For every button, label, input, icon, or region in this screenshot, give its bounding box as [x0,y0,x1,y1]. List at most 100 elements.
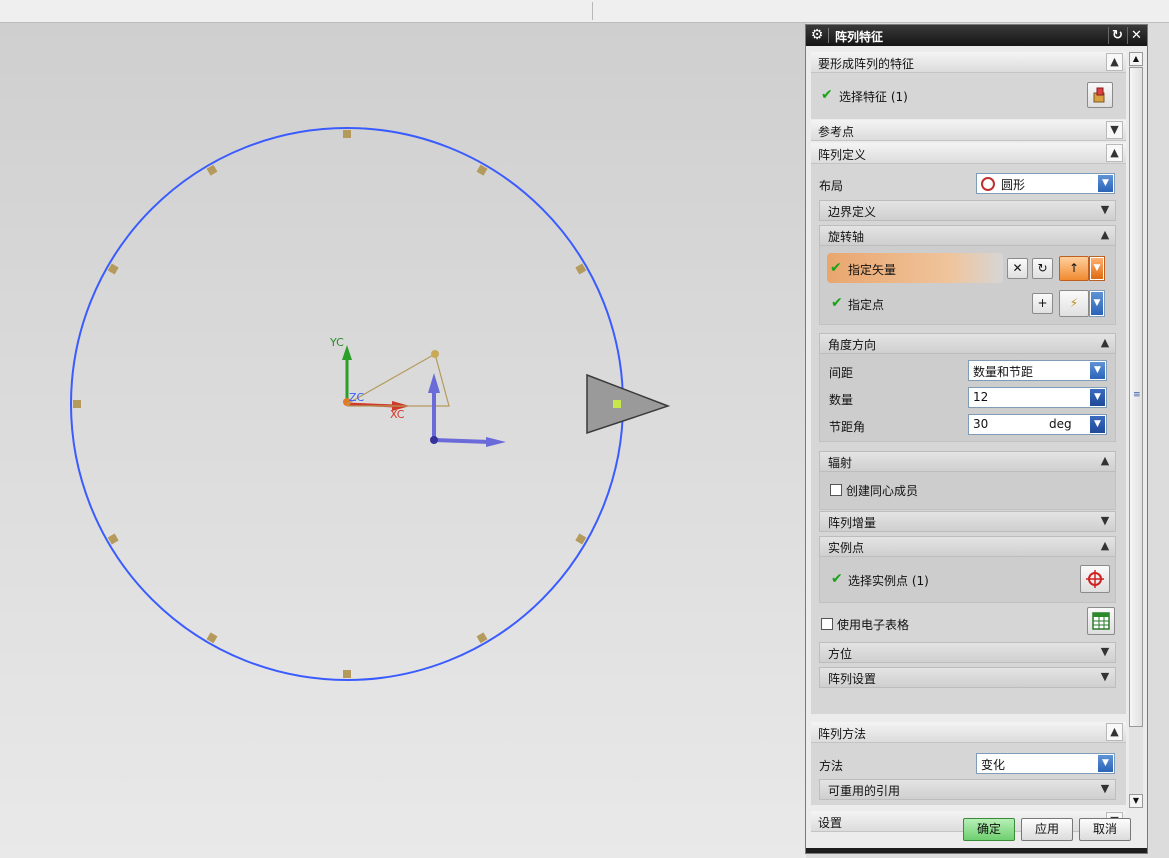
method-select[interactable]: 变化 ▼ [976,753,1115,774]
reset-icon[interactable]: ↻ [1108,27,1126,44]
dialog-panel: 要形成阵列的特征 ▲ ✔ 选择特征 (1) 参考点 ▼ 阵列定义 ▲ 布局 圆形… [811,49,1126,832]
point-type-button[interactable]: ⚡ [1059,290,1089,317]
point-type-dropdown[interactable]: ▼ [1089,290,1105,317]
concentric-checkbox[interactable] [830,484,842,496]
instance-marker [343,130,351,138]
subsection-angle-direction-label: 角度方向 [828,338,877,352]
chevron-down-icon[interactable]: ▼ [1090,362,1105,379]
gear-icon[interactable]: ⚙ [809,27,825,43]
vector-type-dropdown[interactable]: ▼ [1089,256,1105,281]
chevron-down-icon[interactable]: ▼ [1097,644,1113,661]
instance-marker [343,670,351,678]
layout-label: 布局 [819,179,844,193]
subsection-radiate[interactable]: 辐射 ▲ [819,451,1116,472]
close-icon[interactable]: ✕ [1127,27,1145,44]
vector-type-button[interactable]: ↑ [1059,256,1089,281]
chevron-down-icon[interactable]: ▼ [1097,513,1113,530]
check-icon: ✔ [831,571,843,587]
select-feature-label[interactable]: 选择特征 (1) [839,88,908,105]
section-pattern-definition[interactable]: 阵列定义 ▲ [811,143,1126,164]
pitch-angle-value[interactable]: 30 [973,417,988,431]
layout-value: 圆形 [1001,178,1026,192]
features-body: ✔ 选择特征 (1) [811,73,1126,119]
spreadsheet-button[interactable] [1087,607,1115,635]
chevron-down-icon[interactable]: ▼ [1090,416,1105,433]
scroll-up-icon[interactable]: ▲ [1129,52,1143,66]
pitch-angle-input[interactable]: 30 deg ▼ [968,414,1107,435]
feature-handle[interactable] [613,400,621,408]
subsection-angle-direction[interactable]: 角度方向 ▲ [819,333,1116,354]
dialog-title: 阵列特征 [835,30,884,44]
method-value: 变化 [981,758,1006,772]
reverse-direction-button[interactable]: ↻ [1032,258,1053,279]
chevron-down-icon[interactable]: ▼ [1097,669,1113,686]
chevron-up-icon[interactable]: ▲ [1097,538,1113,555]
section-pattern-method[interactable]: 阵列方法 ▲ [811,722,1126,743]
subsection-boundary[interactable]: 边界定义 ▼ [819,200,1116,221]
chevron-down-icon[interactable]: ▼ [1090,389,1105,406]
instance-point-select-button[interactable] [1080,565,1110,593]
cancel-button[interactable]: 取消 [1079,818,1131,841]
subsection-instance-points[interactable]: 实例点 ▲ [819,536,1116,557]
select-instance-point-label[interactable]: 选择实例点 (1) [848,572,929,589]
subsection-rotation-axis[interactable]: 旋转轴 ▲ [819,225,1116,246]
chevron-up-icon[interactable]: ▲ [1097,453,1113,470]
angle-direction-body: 间距 数量和节距 ▼ 数量 12 ▼ 节距角 30 deg ▼ [819,354,1116,442]
spacing-label: 间距 [829,366,854,380]
scroll-down-icon[interactable]: ▼ [1129,794,1143,808]
circle-layout-icon [981,177,995,191]
subsection-increment-label: 阵列增量 [828,516,877,530]
specify-point-label[interactable]: 指定点 [848,296,884,313]
chevron-up-icon[interactable]: ▲ [1097,227,1113,244]
spacing-value: 数量和节距 [973,365,1034,379]
vector-x-arrow[interactable] [486,437,506,447]
feature-cube-icon [1093,87,1105,103]
pitch-angle-label: 节距角 [829,420,866,434]
subsection-rotation-axis-label: 旋转轴 [828,230,865,244]
dialog-titlebar: ⚙ 阵列特征 ↻ ✕ [806,25,1147,46]
layout-select[interactable]: 圆形 ▼ [976,173,1115,194]
chevron-down-icon[interactable]: ▼ [1106,121,1123,139]
ok-button[interactable]: 确定 [963,818,1015,841]
subsection-reusable[interactable]: 可重用的引用 ▼ [819,779,1116,800]
section-reference-point[interactable]: 参考点 ▼ [811,120,1126,141]
specify-vector-row[interactable]: ✔ 指定矢量 [827,253,1003,283]
selected-feature[interactable] [586,373,671,435]
apply-button[interactable]: 应用 [1021,818,1073,841]
concentric-label[interactable]: 创建同心成员 [846,482,918,499]
chevron-down-icon[interactable]: ▼ [1097,781,1113,798]
model-canvas[interactable] [0,23,806,858]
point-dialog-button[interactable]: + [1032,293,1053,314]
graphics-viewport[interactable]: YC XC ZC [0,23,806,858]
section-features[interactable]: 要形成阵列的特征 ▲ [811,52,1126,73]
check-icon: ✔ [830,260,842,276]
subsection-pattern-settings[interactable]: 阵列设置 ▼ [819,667,1116,688]
feature-select-button[interactable] [1087,82,1113,108]
subsection-increment[interactable]: 阵列增量 ▼ [819,511,1116,532]
chevron-down-icon[interactable]: ▼ [1098,755,1113,772]
vector-dialog-button[interactable]: ✕ [1007,258,1028,279]
vector-origin[interactable] [430,436,438,444]
chevron-down-icon[interactable]: ▼ [1091,258,1103,279]
chevron-down-icon[interactable]: ▼ [1097,202,1113,219]
scroll-thumb[interactable]: ≡ [1129,67,1143,727]
subsection-orientation[interactable]: 方位 ▼ [819,642,1116,663]
check-icon: ✔ [831,295,843,311]
section-reference-point-label: 参考点 [818,125,855,139]
grip-icon: ≡ [1133,390,1141,400]
count-input[interactable]: 12 ▼ [968,387,1107,408]
spacing-select[interactable]: 数量和节距 ▼ [968,360,1107,381]
vector-z-arrow[interactable] [428,373,440,393]
section-pattern-method-label: 阵列方法 [818,727,867,741]
angle-drag-point[interactable] [431,350,439,358]
chevron-up-icon[interactable]: ▲ [1106,723,1123,741]
chevron-down-icon[interactable]: ▼ [1091,292,1103,315]
chevron-down-icon[interactable]: ▼ [1098,175,1113,192]
count-value[interactable]: 12 [973,390,988,404]
chevron-up-icon[interactable]: ▲ [1097,335,1113,352]
chevron-up-icon[interactable]: ▲ [1106,144,1123,162]
spreadsheet-label[interactable]: 使用电子表格 [837,616,909,633]
spreadsheet-checkbox[interactable] [821,618,833,630]
dialog-scrollbar[interactable]: ▲ ≡ ▼ [1129,52,1143,808]
chevron-up-icon[interactable]: ▲ [1106,53,1123,71]
